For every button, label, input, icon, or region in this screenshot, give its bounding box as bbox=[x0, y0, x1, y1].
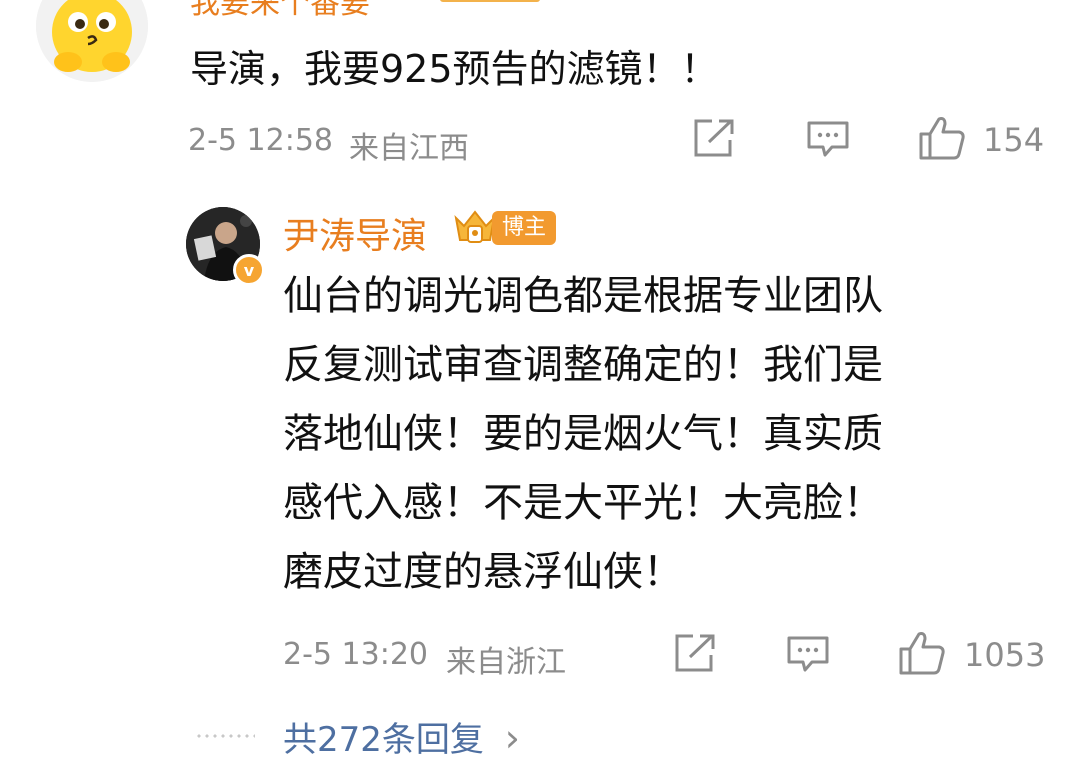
comment-icon[interactable] bbox=[806, 120, 850, 162]
reply-line: 仙台的调光调色都是根据专业团队 bbox=[283, 273, 883, 319]
reply-line: 反复测试审查调整确定的！我们是 bbox=[283, 342, 883, 388]
host-badge: 博主 bbox=[492, 211, 557, 245]
verified-icon: v bbox=[233, 254, 265, 286]
comment-icon[interactable] bbox=[786, 635, 830, 677]
emoji-avatar-icon bbox=[36, 0, 148, 82]
more-replies-label: 共272条回复 bbox=[283, 720, 484, 760]
reply-line: 磨皮过度的悬浮仙侠！ bbox=[283, 549, 683, 595]
user-badge bbox=[440, 0, 540, 2]
share-icon[interactable] bbox=[673, 633, 717, 677]
reply-text: 仙台的调光调色都是根据专业团队 反复测试审查调整确定的！我们是 落地仙侠！要的是… bbox=[283, 262, 1023, 607]
comment-location: 来自江西 bbox=[349, 131, 469, 166]
avatar[interactable] bbox=[36, 0, 148, 82]
reply-location: 来自浙江 bbox=[446, 645, 566, 680]
reply-line: 感代入感！不是大平光！大亮脸！ bbox=[283, 480, 883, 526]
more-replies-link[interactable]: 共272条回复 › bbox=[283, 712, 520, 761]
like-icon[interactable] bbox=[918, 115, 966, 165]
comment-time: 2-5 12:58 bbox=[188, 123, 333, 158]
reply-time: 2-5 13:20 bbox=[283, 637, 428, 672]
reply-line: 落地仙侠！要的是烟火气！真实质 bbox=[283, 411, 883, 457]
username[interactable]: 我要来个番要 bbox=[190, 0, 370, 22]
like-icon[interactable] bbox=[898, 630, 946, 680]
comment-text: 导演，我要925预告的滤镜！！ bbox=[190, 47, 719, 91]
like-count: 1053 bbox=[964, 636, 1046, 674]
share-icon[interactable] bbox=[692, 118, 736, 162]
chevron-right-icon: › bbox=[504, 716, 520, 760]
divider-dots bbox=[195, 734, 255, 738]
username[interactable]: 尹涛导演 bbox=[283, 207, 427, 259]
like-count: 154 bbox=[983, 121, 1045, 159]
